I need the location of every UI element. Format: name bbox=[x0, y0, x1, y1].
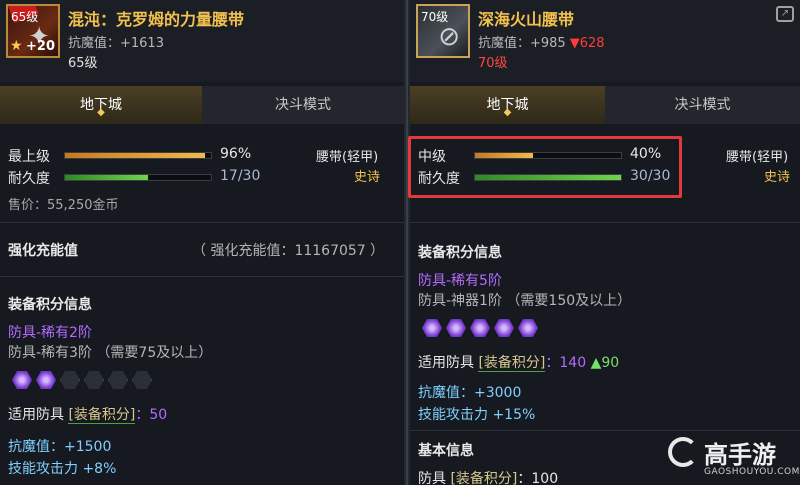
grade-label: 最上级 bbox=[8, 149, 50, 165]
divider bbox=[0, 276, 404, 277]
item-rarity: 史诗 bbox=[354, 170, 381, 185]
right-item-header: 70级 ⊘ 深海火山腰带 抗魔值：+985 ▼628 70级 ↗ bbox=[410, 0, 800, 82]
durability-bar-fill bbox=[65, 175, 148, 180]
score-title: 装备积分信息 bbox=[8, 297, 92, 313]
apply-increase: ▲90 bbox=[590, 355, 620, 371]
bonus-magic-resist: 抗魔值：+1500 bbox=[8, 439, 112, 455]
magic-resist-value: 抗魔值：+985 bbox=[478, 36, 566, 51]
score-next-tier: 防具-稀有3阶 （需要75及以上） bbox=[8, 345, 213, 361]
score-gem-empty-icon bbox=[84, 371, 104, 389]
tab-duel[interactable]: 决斗模式 bbox=[605, 86, 800, 124]
mode-tabs: 地下城 决斗模式 bbox=[0, 86, 404, 124]
apply-row: 适用防具 [装备积分]：50 bbox=[8, 404, 167, 424]
score-gem-empty-icon bbox=[108, 371, 128, 389]
watermark-logo-icon bbox=[668, 437, 698, 467]
score-gem-filled-icon bbox=[518, 319, 538, 337]
item-magic-resist: 抗魔值：+1613 bbox=[68, 36, 164, 51]
bonus-magic-resist: 抗魔值：+3000 bbox=[418, 385, 522, 401]
basic-value: ：100 bbox=[517, 471, 559, 485]
magic-resist-diff: ▼628 bbox=[569, 36, 605, 51]
grade-value: 96% bbox=[220, 146, 252, 162]
enhance-title: 强化充能值 bbox=[8, 243, 78, 259]
enhance-level-label: +20 bbox=[26, 39, 55, 54]
basic-info-title: 基本信息 bbox=[418, 443, 474, 459]
apply-value: ：140 bbox=[545, 355, 587, 371]
bonus-skill-attack: 技能攻击力 +8% bbox=[8, 461, 117, 477]
basic-prefix: 防具 bbox=[418, 471, 446, 485]
score-gem-filled-icon bbox=[36, 371, 56, 389]
apply-prefix: 适用防具 bbox=[418, 355, 474, 371]
score-title: 装备积分信息 bbox=[418, 245, 502, 261]
score-tier: 防具-稀有5阶 bbox=[418, 273, 502, 289]
item-rarity: 史诗 bbox=[764, 170, 791, 185]
apply-row: 适用防具 [装备积分]：140 ▲90 bbox=[418, 352, 619, 372]
belt-item-icon[interactable]: 70级 ⊘ bbox=[416, 4, 470, 58]
durability-value: 17/30 bbox=[220, 168, 261, 184]
mode-tabs: 地下城 决斗模式 bbox=[410, 86, 800, 124]
watermark-text: 高手游 bbox=[704, 441, 776, 469]
score-gem-filled-icon bbox=[470, 319, 490, 337]
item-level-req: 70级 bbox=[478, 56, 508, 71]
score-gem-filled-icon bbox=[422, 319, 442, 337]
belt-icon: ⊘ bbox=[438, 22, 460, 52]
item-level-req: 65级 bbox=[68, 56, 98, 71]
tab-duel[interactable]: 决斗模式 bbox=[202, 86, 404, 124]
item-magic-resist: 抗魔值：+985 ▼628 bbox=[478, 32, 605, 51]
tab-dungeon[interactable]: 地下城 bbox=[0, 86, 202, 124]
item-name: 混沌：克罗姆的力量腰带 bbox=[68, 10, 245, 29]
grade-bar-fill bbox=[65, 153, 206, 158]
divider bbox=[410, 222, 800, 223]
left-item-tooltip: 65级 ✦ ★ +20 混沌：克罗姆的力量腰带 抗魔值：+1613 65级 地下… bbox=[0, 0, 404, 485]
comparison-highlight-box bbox=[408, 136, 682, 198]
score-gem-empty-icon bbox=[132, 371, 152, 389]
score-gems bbox=[422, 318, 538, 338]
apply-tag: [装备积分] bbox=[68, 407, 136, 424]
site-watermark: 高手游 GAOSHOUYOU.COM bbox=[668, 435, 799, 479]
left-item-header: 65级 ✦ ★ +20 混沌：克罗姆的力量腰带 抗魔值：+1613 65级 bbox=[0, 0, 404, 82]
sell-price: 售价：55,250金币 bbox=[8, 198, 119, 213]
grade-bar bbox=[64, 152, 212, 159]
basic-apply-row: 防具 [装备积分]：100 bbox=[418, 468, 558, 485]
star-icon: ★ bbox=[10, 38, 23, 54]
apply-tag: [装备积分] bbox=[478, 355, 546, 372]
score-next-tier: 防具-神器1阶 （需要150及以上） bbox=[418, 293, 632, 309]
watermark-subtext: GAOSHOUYOU.COM bbox=[704, 467, 800, 477]
item-name: 深海火山腰带 bbox=[478, 10, 575, 29]
apply-prefix: 适用防具 bbox=[8, 407, 64, 423]
score-gem-filled-icon bbox=[494, 319, 514, 337]
tab-dungeon[interactable]: 地下城 bbox=[410, 86, 605, 124]
item-type: 腰带(轻甲) bbox=[316, 150, 379, 165]
item-type: 腰带(轻甲) bbox=[726, 150, 789, 165]
bonus-skill-attack: 技能攻击力 +15% bbox=[418, 407, 536, 423]
score-gem-filled-icon bbox=[12, 371, 32, 389]
belt-item-icon[interactable]: 65级 ✦ ★ +20 bbox=[6, 4, 60, 58]
right-item-tooltip: 70级 ⊘ 深海火山腰带 抗魔值：+985▼628 70级 ↗ 地下城 决斗模式… bbox=[410, 0, 800, 485]
basic-tag: [装备积分] bbox=[450, 471, 518, 485]
score-gem-filled-icon bbox=[446, 319, 466, 337]
enhance-value: （ 强化充能值：11167057 ） bbox=[192, 243, 385, 259]
score-gems bbox=[12, 370, 152, 390]
score-gem-empty-icon bbox=[60, 371, 80, 389]
score-tier: 防具-稀有2阶 bbox=[8, 325, 92, 341]
divider bbox=[410, 430, 800, 431]
apply-value: ：50 bbox=[135, 407, 168, 423]
durability-label: 耐久度 bbox=[8, 171, 50, 187]
share-icon[interactable]: ↗ bbox=[776, 6, 794, 22]
durability-bar bbox=[64, 174, 212, 181]
divider bbox=[0, 222, 404, 223]
